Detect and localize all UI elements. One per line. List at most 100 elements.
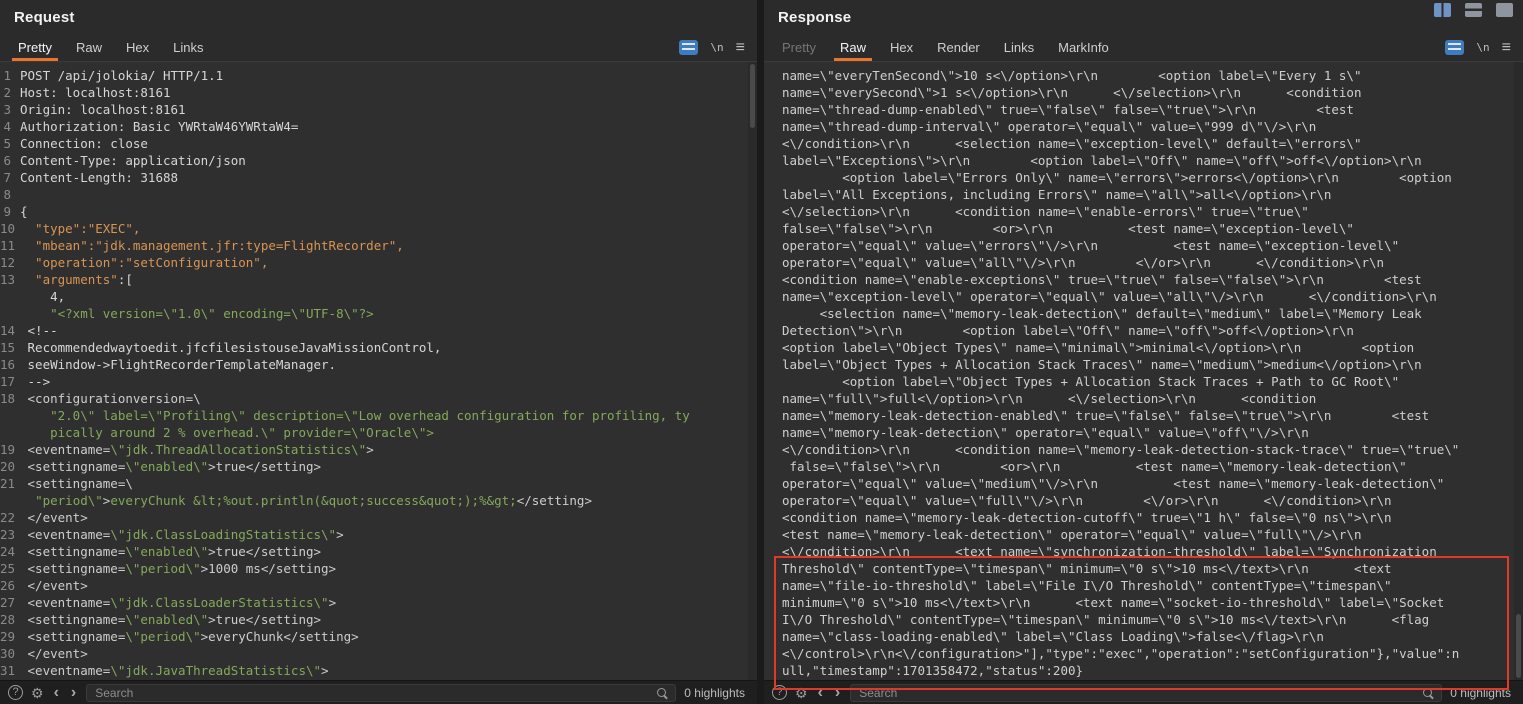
request-code-line: "period\">everyChunk &lt;%out.println(&q… (0, 492, 757, 509)
request-code-line: 1POST /api/jolokia/ HTTP/1.1 (0, 67, 757, 84)
search-magnifier-icon (1423, 688, 1435, 700)
request-scrollbar-thumb[interactable] (750, 64, 755, 128)
next-match-icon[interactable]: › (69, 685, 78, 701)
response-code-line: name=\"file-io-threshold\" label=\"File … (782, 577, 1509, 594)
request-editor-toolbar: \n ≡ (679, 34, 745, 61)
response-code-line: name=\"memory-leak-detection-enabled\" t… (782, 407, 1509, 424)
response-code-line: <\/condition>\r\n <text name=\"synchroni… (782, 543, 1509, 560)
request-code-line: 9{ (0, 203, 757, 220)
window-layout-controls (1434, 3, 1513, 17)
tab-pretty[interactable]: Pretty (770, 34, 828, 61)
previous-match-icon[interactable]: ‹ (52, 685, 61, 701)
word-wrap-icon[interactable] (1445, 40, 1464, 55)
request-code-line: 19 <eventname=\"jdk.ThreadAllocationStat… (0, 441, 757, 458)
request-code-line: 22 </event> (0, 509, 757, 526)
response-code-line: <option label=\"Object Types + Allocatio… (782, 373, 1509, 390)
search-settings-gear-icon[interactable]: ⚙ (795, 686, 808, 700)
tab-hex[interactable]: Hex (878, 34, 925, 61)
request-code-line: 16 seeWindow->FlightRecorderTemplateMana… (0, 356, 757, 373)
request-scrollbar[interactable] (748, 62, 757, 680)
request-code-line: 17 --> (0, 373, 757, 390)
response-search-input[interactable] (850, 684, 1442, 702)
tab-hex[interactable]: Hex (114, 34, 161, 61)
previous-match-icon[interactable]: ‹ (816, 685, 825, 701)
editor-menu-icon[interactable]: ≡ (736, 40, 745, 56)
response-tabs: PrettyRawHexRenderLinksMarkInfo (770, 34, 1121, 61)
request-code-line: 25 <settingname=\"period\">1000 ms</sett… (0, 560, 757, 577)
response-code-line: label=\"All Exceptions, including Errors… (782, 186, 1509, 203)
help-icon[interactable]: ? (8, 685, 23, 700)
response-code-line: label=\"Object Types + Allocation Stack … (782, 356, 1509, 373)
request-code-line: "2.0\" label=\"Profiling\" description=\… (0, 407, 757, 424)
response-code-line: operator=\"equal\" value=\"full\"\/>\r\n… (782, 492, 1509, 509)
request-code-line: 10 "type":"EXEC", (0, 220, 757, 237)
request-highlights-count: 0 highlights (684, 686, 749, 700)
request-code-line: 13 "arguments":[ (0, 271, 757, 288)
response-title: Response (778, 9, 1509, 26)
request-code-line: 26 </event> (0, 577, 757, 594)
request-code-line: 27 <eventname=\"jdk.ClassLoaderStatistic… (0, 594, 757, 611)
request-tabbar: PrettyRawHexLinks \n ≡ (0, 34, 757, 62)
layout-single-icon[interactable] (1496, 3, 1513, 17)
request-code-line: 31 <eventname=\"jdk.JavaThreadStatistics… (0, 662, 757, 679)
tab-links[interactable]: Links (161, 34, 215, 61)
response-code: name=\"everyTenSecond\">10 s<\/option>\r… (764, 62, 1523, 679)
next-match-icon[interactable]: › (833, 685, 842, 701)
request-code-line: 24 <settingname=\"enabled\">true</settin… (0, 543, 757, 560)
response-code-line: <condition name=\"enable-exceptions\" tr… (782, 271, 1509, 288)
request-search-input[interactable] (86, 684, 676, 702)
tab-links[interactable]: Links (992, 34, 1046, 61)
response-code-line: <selection name=\"memory-leak-detection\… (782, 305, 1509, 322)
response-code-line: operator=\"equal\" value=\"all\"\/>\r\n … (782, 254, 1509, 271)
panel-splitter[interactable] (757, 0, 764, 704)
nonprintable-chars-icon[interactable]: \n (1476, 41, 1489, 54)
response-code-line: name=\"exception-level\" operator=\"equa… (782, 288, 1509, 305)
tab-raw[interactable]: Raw (64, 34, 114, 61)
request-code-line: 3Origin: localhost:8161 (0, 101, 757, 118)
search-magnifier-icon (657, 688, 669, 700)
response-editor[interactable]: name=\"everyTenSecond\">10 s<\/option>\r… (764, 62, 1523, 680)
request-code-line: 11 "mbean":"jdk.management.jfr:type=Flig… (0, 237, 757, 254)
response-code-line: name=\"thread-dump-interval\" operator=\… (782, 118, 1509, 135)
tab-pretty[interactable]: Pretty (6, 34, 64, 61)
response-scrollbar-thumb[interactable] (1516, 614, 1521, 678)
nonprintable-chars-icon[interactable]: \n (710, 41, 723, 54)
request-code-line: 21 <settingname=\ (0, 475, 757, 492)
request-header: Request (0, 0, 757, 34)
request-code-line: "<?xml version=\"1.0\" encoding=\"UTF-8\… (0, 305, 757, 322)
response-code-line: <option label=\"Errors Only\" name=\"err… (782, 169, 1509, 186)
response-code-line: false=\"false\">\r\n <or>\r\n <test name… (782, 458, 1509, 475)
layout-rows-icon[interactable] (1465, 3, 1482, 17)
response-code-line: name=\"class-loading-enabled\" label=\"C… (782, 628, 1509, 645)
request-title: Request (14, 9, 743, 26)
response-code-line: name=\"thread-dump-enabled\" true=\"fals… (782, 101, 1509, 118)
response-code-line: <\/condition>\r\n <condition name=\"memo… (782, 441, 1509, 458)
tab-render[interactable]: Render (925, 34, 992, 61)
response-code-line: I\/O Threshold\" contentType=\"timespan\… (782, 611, 1509, 628)
response-code-line: <option label=\"Object Types\" name=\"mi… (782, 339, 1509, 356)
response-code-line: Detection\">\r\n <option label=\"Off\" n… (782, 322, 1509, 339)
request-code-line: 5Connection: close (0, 135, 757, 152)
request-code-line: 28 <settingname=\"enabled\">true</settin… (0, 611, 757, 628)
request-code-line: 7Content-Length: 31688 (0, 169, 757, 186)
request-code-line: 30 </event> (0, 645, 757, 662)
layout-columns-icon[interactable] (1434, 3, 1451, 17)
response-panel: Response PrettyRawHexRenderLinksMarkInfo… (764, 0, 1523, 704)
response-scrollbar[interactable] (1514, 62, 1523, 680)
request-code-line: 4, (0, 288, 757, 305)
request-code: 1POST /api/jolokia/ HTTP/1.12Host: local… (0, 62, 757, 680)
request-search-wrap (86, 684, 676, 702)
tab-markinfo[interactable]: MarkInfo (1046, 34, 1121, 61)
request-code-line: 4Authorization: Basic YWRtaW46YWRtaW4= (0, 118, 757, 135)
request-code-line: pically around 2 % overhead.\" provider=… (0, 424, 757, 441)
request-editor[interactable]: 1POST /api/jolokia/ HTTP/1.12Host: local… (0, 62, 757, 680)
search-settings-gear-icon[interactable]: ⚙ (31, 686, 44, 700)
response-code-line: <\/control>\r\n<\/configuration>"],"type… (782, 645, 1509, 662)
tab-raw[interactable]: Raw (828, 34, 878, 61)
request-code-line: 12 "operation":"setConfiguration", (0, 254, 757, 271)
word-wrap-icon[interactable] (679, 40, 698, 55)
response-code-line: minimum=\"0 s\">10 ms<\/text>\r\n <text … (782, 594, 1509, 611)
request-code-line: 29 <settingname=\"period\">everyChunk</s… (0, 628, 757, 645)
help-icon[interactable]: ? (772, 685, 787, 700)
editor-menu-icon[interactable]: ≡ (1502, 40, 1511, 56)
